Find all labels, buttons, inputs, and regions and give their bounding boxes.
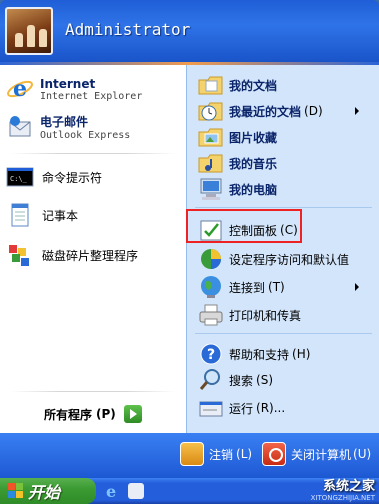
right-pane: 我的文档 我最近的文档 (D) 图片收藏 我的音乐 我的电脑 控制面板 (C) …: [186, 65, 379, 433]
start-label: 开始: [28, 483, 61, 502]
taskbar: 开始 e 系统之家 XITONGZHIJIA.NET: [0, 478, 379, 504]
submenu-arrow-icon: [355, 283, 359, 291]
my-documents-folder-icon: [197, 71, 225, 99]
connect-to-globe-icon: [197, 273, 225, 301]
right-my-documents-label: 我的文档: [229, 78, 278, 93]
svg-text:C:\_: C:\_: [10, 175, 28, 183]
right-run-key: (R)...: [256, 401, 286, 415]
start-menu-footer: 注销 (L) 关闭计算机 (U): [0, 433, 379, 478]
separator: [195, 207, 372, 208]
green-arrow-icon: [123, 405, 142, 423]
right-run-label: 运行: [229, 401, 254, 416]
windows-logo-icon: [8, 483, 24, 499]
recent-documents-icon: [197, 97, 225, 125]
right-recent-documents-key: (D): [304, 104, 323, 118]
internet-explorer-icon: e: [6, 75, 34, 103]
right-connect-to[interactable]: 连接到 (T): [197, 273, 369, 301]
right-my-pictures[interactable]: 图片收藏: [197, 123, 277, 151]
help-icon: ?: [197, 340, 225, 368]
right-recent-documents[interactable]: 我最近的文档 (D): [197, 97, 369, 125]
run-icon: [197, 394, 225, 422]
outlook-express-icon: [6, 113, 34, 141]
all-programs-key: (P): [96, 407, 116, 421]
quicklaunch-ie-icon[interactable]: e: [106, 482, 124, 501]
logoff-button[interactable]: 注销 (L): [180, 442, 252, 466]
my-computer-icon: [197, 175, 225, 203]
chess-piece-icon: [39, 29, 47, 47]
my-music-folder-icon: [197, 149, 225, 177]
all-programs-button[interactable]: 所有程序 (P): [44, 405, 142, 423]
pinned-email-title: 电子邮件: [40, 115, 89, 129]
start-menu: Administrator e Internet Internet Explor…: [0, 0, 379, 478]
logoff-key: (L): [236, 447, 253, 461]
right-printers[interactable]: 打印机和传真: [197, 301, 301, 329]
shutdown-key: (U): [353, 447, 372, 461]
recent-cmd-label: 命令提示符: [42, 170, 103, 185]
logoff-label: 注销: [209, 447, 234, 462]
all-programs-label: 所有程序: [44, 407, 93, 422]
pinned-email[interactable]: 电子邮件 Outlook Express: [6, 113, 130, 141]
recent-defrag-label: 磁盘碎片整理程序: [42, 248, 139, 263]
start-button[interactable]: 开始: [0, 478, 96, 504]
power-icon: [262, 442, 286, 466]
right-recent-documents-label: 我最近的文档: [229, 104, 302, 119]
right-my-music-label: 我的音乐: [229, 156, 278, 171]
my-pictures-folder-icon: [197, 123, 225, 151]
right-program-access[interactable]: 设定程序访问和默认值: [197, 245, 349, 273]
svg-text:e: e: [13, 76, 27, 102]
start-menu-header: Administrator: [0, 0, 379, 62]
watermark-url: XITONGZHIJIA.NET: [310, 494, 375, 502]
program-access-icon: [197, 245, 225, 273]
right-help[interactable]: ? 帮助和支持 (H): [197, 340, 310, 368]
right-run[interactable]: 运行 (R)...: [197, 394, 285, 422]
left-pane: e Internet Internet Explorer 电子邮件 Outloo…: [0, 65, 186, 433]
command-prompt-icon: C:\_: [6, 163, 34, 191]
right-search[interactable]: 搜索 (S): [197, 366, 273, 394]
right-my-documents[interactable]: 我的文档: [197, 71, 277, 99]
separator: [195, 333, 372, 334]
disk-defrag-icon: [6, 241, 34, 269]
right-connect-to-key: (T): [268, 280, 285, 294]
user-name: Administrator: [65, 20, 191, 39]
quicklaunch-outlook-icon[interactable]: [128, 483, 144, 499]
pinned-internet[interactable]: e Internet Internet Explorer: [6, 75, 142, 103]
right-help-label: 帮助和支持: [229, 347, 290, 362]
search-icon: [197, 366, 225, 394]
right-connect-to-label: 连接到: [229, 280, 266, 295]
logoff-key-icon: [180, 442, 204, 466]
control-panel-highlight-box: [186, 209, 302, 243]
shutdown-button[interactable]: 关闭计算机 (U): [262, 442, 371, 466]
right-my-music[interactable]: 我的音乐: [197, 149, 277, 177]
pinned-internet-title: Internet: [40, 76, 96, 91]
right-printers-label: 打印机和传真: [229, 308, 302, 323]
recent-notepad[interactable]: 记事本: [6, 201, 78, 229]
pinned-internet-subtitle: Internet Explorer: [40, 90, 143, 102]
separator: [10, 391, 176, 392]
user-avatar[interactable]: [5, 7, 53, 55]
right-help-key: (H): [292, 347, 311, 361]
shutdown-label: 关闭计算机: [291, 447, 352, 462]
recent-notepad-label: 记事本: [42, 208, 79, 223]
submenu-arrow-icon: [355, 107, 359, 115]
right-my-pictures-label: 图片收藏: [229, 130, 278, 145]
watermark: 系统之家 XITONGZHIJIA.NET: [311, 475, 375, 502]
chess-piece-icon: [27, 25, 35, 47]
recent-defrag[interactable]: 磁盘碎片整理程序: [6, 241, 138, 269]
notepad-icon: [6, 201, 34, 229]
svg-text:?: ?: [207, 347, 215, 363]
right-my-computer[interactable]: 我的电脑: [197, 175, 277, 203]
watermark-title: 系统之家: [322, 479, 375, 494]
right-search-key: (S): [256, 373, 273, 387]
printer-icon: [197, 301, 225, 329]
right-search-label: 搜索: [229, 373, 254, 388]
recent-cmd[interactable]: C:\_ 命令提示符: [6, 163, 102, 191]
right-my-computer-label: 我的电脑: [229, 182, 278, 197]
right-program-access-label: 设定程序访问和默认值: [229, 252, 350, 267]
chess-piece-icon: [15, 33, 23, 47]
separator: [10, 153, 176, 154]
pinned-email-subtitle: Outlook Express: [40, 130, 131, 141]
